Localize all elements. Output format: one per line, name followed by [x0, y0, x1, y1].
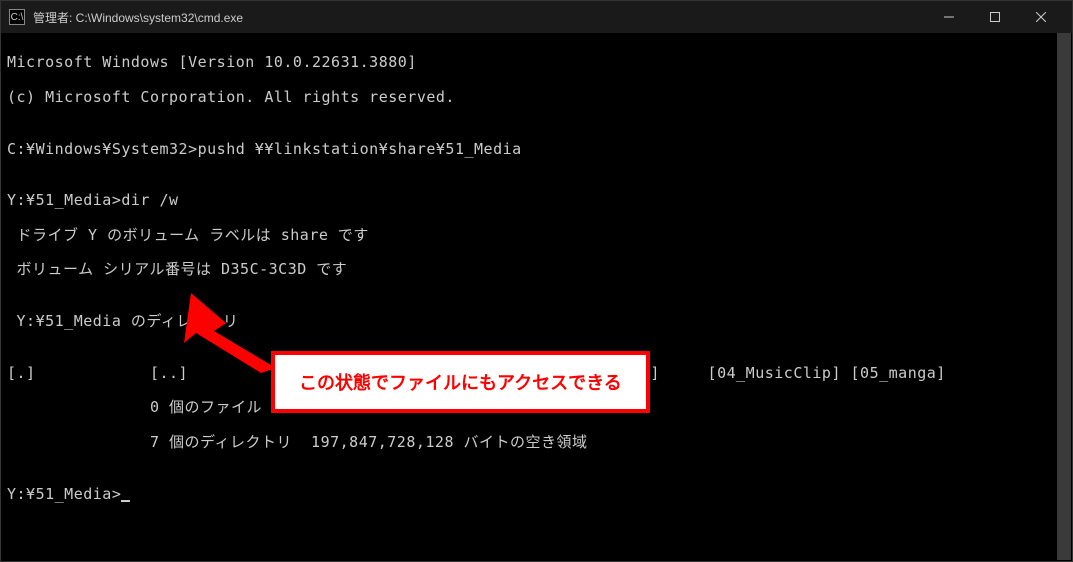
minimize-icon [944, 12, 954, 22]
vertical-scrollbar[interactable] [1057, 33, 1071, 560]
maximize-button[interactable] [972, 1, 1018, 33]
output-line: C:¥Windows¥System32>pushd ¥¥linkstation¥… [7, 141, 1066, 158]
prompt-text: Y:¥51_Media> [7, 485, 121, 503]
cmd-icon: C:\ [9, 9, 25, 25]
output-line: 0 個のファイル 0 バイト [7, 399, 1066, 416]
minimize-button[interactable] [926, 1, 972, 33]
scrollbar-thumb[interactable] [1057, 33, 1071, 560]
close-icon [1036, 12, 1046, 22]
output-line: Y:¥51_Media のディレクトリ [7, 313, 1066, 330]
terminal-output[interactable]: Microsoft Windows [Version 10.0.22631.38… [1, 33, 1072, 524]
output-line: Microsoft Windows [Version 10.0.22631.38… [7, 54, 1066, 71]
cmd-icon-text: C:\ [11, 12, 24, 23]
output-line: ボリューム シリアル番号は D35C-3C3D です [7, 261, 1066, 278]
close-button[interactable] [1018, 1, 1064, 33]
prompt-line: Y:¥51_Media> [7, 486, 1066, 503]
window-controls [926, 1, 1064, 33]
output-line: Y:¥51_Media>dir /w [7, 192, 1066, 209]
output-line: (c) Microsoft Corporation. All rights re… [7, 89, 1066, 106]
cursor [121, 500, 130, 502]
window-titlebar: C:\ 管理者: C:\Windows\system32\cmd.exe [1, 1, 1072, 33]
window-title: 管理者: C:\Windows\system32\cmd.exe [33, 9, 926, 26]
output-line: ドライブ Y のボリューム ラベルは share です [7, 227, 1066, 244]
maximize-icon [990, 12, 1000, 22]
output-line: [.] [..] [01_写真] [02_動画] [03_Music] [04_… [7, 365, 1066, 382]
output-line: 7 個のディレクトリ 197,847,728,128 バイトの空き領域 [7, 434, 1066, 451]
